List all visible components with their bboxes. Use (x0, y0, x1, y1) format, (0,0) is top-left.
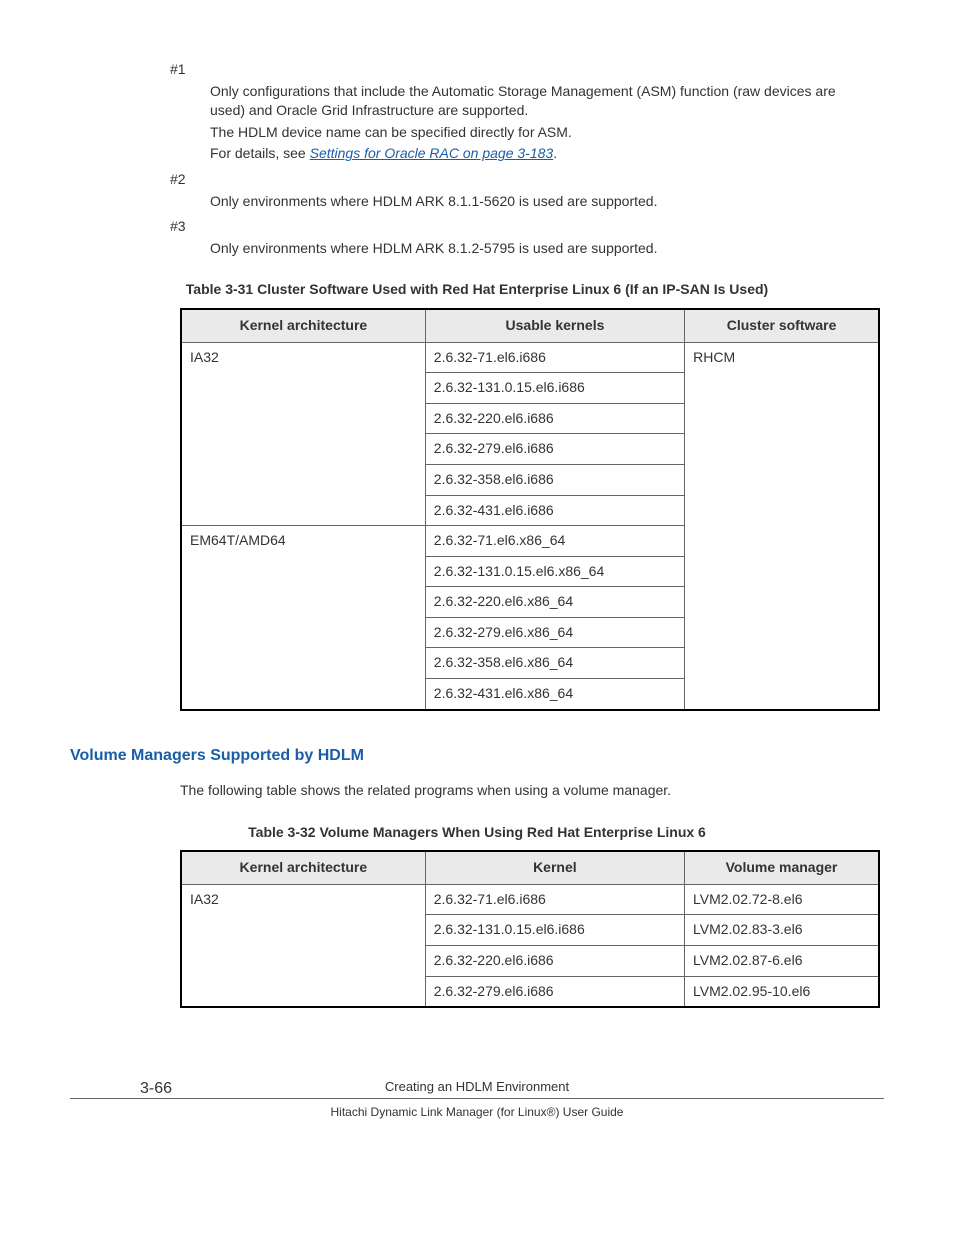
table-header-row: Kernel architecture Usable kernels Clust… (181, 309, 879, 342)
footer-document-title: Hitachi Dynamic Link Manager (for Linux®… (331, 1105, 624, 1119)
table-cell-kernel: 2.6.32-220.el6.i686 (425, 946, 684, 977)
table-cell-kernel: 2.6.32-131.0.15.el6.x86_64 (425, 556, 684, 587)
footer-chapter-title: Creating an HDLM Environment (70, 1078, 884, 1096)
page-number: 3-66 (140, 1078, 172, 1100)
footnote-body-3: Only environments where HDLM ARK 8.1.2-5… (210, 239, 844, 259)
section-intro-paragraph: The following table shows the related pr… (180, 781, 844, 801)
table-32-header-kernel: Kernel (425, 851, 684, 884)
table-cell-kernel: 2.6.32-431.el6.i686 (425, 495, 684, 526)
footnote-1-p2: The HDLM device name can be specified di… (210, 123, 844, 143)
footnote-1-p3: For details, see Settings for Oracle RAC… (210, 144, 844, 164)
table-cell-arch: IA32 (181, 884, 425, 1007)
table-cell-kernel: 2.6.32-279.el6.i686 (425, 434, 684, 465)
footer-divider (70, 1098, 884, 1099)
table-cell-kernel: 2.6.32-358.el6.x86_64 (425, 648, 684, 679)
footnote-label-1: #1 (170, 60, 884, 80)
table-cell-kernel: 2.6.32-131.0.15.el6.i686 (425, 373, 684, 404)
footnote-1-p1: Only configurations that include the Aut… (210, 82, 844, 121)
page-footer: 3-66 Creating an HDLM Environment Hitach… (70, 1078, 884, 1121)
footnote-body-2: Only environments where HDLM ARK 8.1.1-5… (210, 192, 844, 212)
xref-link-oracle-rac[interactable]: Settings for Oracle RAC on page 3-183 (310, 145, 554, 161)
footnote-1-p3-suffix: . (553, 145, 557, 161)
section-heading-volume-managers: Volume Managers Supported by HDLM (70, 745, 884, 767)
table-32-volume-managers: Kernel architecture Kernel Volume manage… (180, 850, 880, 1008)
footnote-1-p3-prefix: For details, see (210, 145, 310, 161)
table-row: IA32 2.6.32-71.el6.i686 RHCM (181, 342, 879, 373)
footnote-body-1: Only configurations that include the Aut… (210, 82, 844, 164)
table-cell-kernel: 2.6.32-220.el6.x86_64 (425, 587, 684, 618)
table-32-header-arch: Kernel architecture (181, 851, 425, 884)
table-cell-kernel: 2.6.32-358.el6.i686 (425, 464, 684, 495)
table-header-row: Kernel architecture Kernel Volume manage… (181, 851, 879, 884)
table-cell-kernel: 2.6.32-431.el6.x86_64 (425, 679, 684, 710)
table-cell-kernel: 2.6.32-279.el6.i686 (425, 976, 684, 1007)
table-cell-kernel: 2.6.32-279.el6.x86_64 (425, 617, 684, 648)
table-31-cluster-software: Kernel architecture Usable kernels Clust… (180, 308, 880, 711)
footnote-label-3: #3 (170, 217, 884, 237)
table-cell-vm: LVM2.02.95-10.el6 (685, 976, 880, 1007)
table-31-header-cluster: Cluster software (685, 309, 879, 342)
footnote-label-2: #2 (170, 170, 884, 190)
table-cell-vm: LVM2.02.72-8.el6 (685, 884, 880, 915)
table-cell-vm: LVM2.02.83-3.el6 (685, 915, 880, 946)
footnote-3-p1: Only environments where HDLM ARK 8.1.2-5… (210, 239, 844, 259)
table-31-header-kernels: Usable kernels (425, 309, 684, 342)
table-31-caption: Table 3-31 Cluster Software Used with Re… (170, 280, 784, 300)
table-cell-vm: LVM2.02.87-6.el6 (685, 946, 880, 977)
table-cell-kernel: 2.6.32-71.el6.i686 (425, 884, 684, 915)
table-32-caption: Table 3-32 Volume Managers When Using Re… (170, 823, 784, 843)
table-cell-kernel: 2.6.32-220.el6.i686 (425, 403, 684, 434)
table-cell-kernel: 2.6.32-131.0.15.el6.i686 (425, 915, 684, 946)
table-row: IA32 2.6.32-71.el6.i686 LVM2.02.72-8.el6 (181, 884, 879, 915)
table-cell-kernel: 2.6.32-71.el6.i686 (425, 342, 684, 373)
table-cell-cluster: RHCM (685, 342, 879, 710)
footnote-2-p1: Only environments where HDLM ARK 8.1.1-5… (210, 192, 844, 212)
table-32-header-vm: Volume manager (685, 851, 880, 884)
table-31-header-arch: Kernel architecture (181, 309, 425, 342)
table-cell-kernel: 2.6.32-71.el6.x86_64 (425, 526, 684, 557)
table-cell-arch: EM64T/AMD64 (181, 526, 425, 710)
table-cell-arch: IA32 (181, 342, 425, 526)
